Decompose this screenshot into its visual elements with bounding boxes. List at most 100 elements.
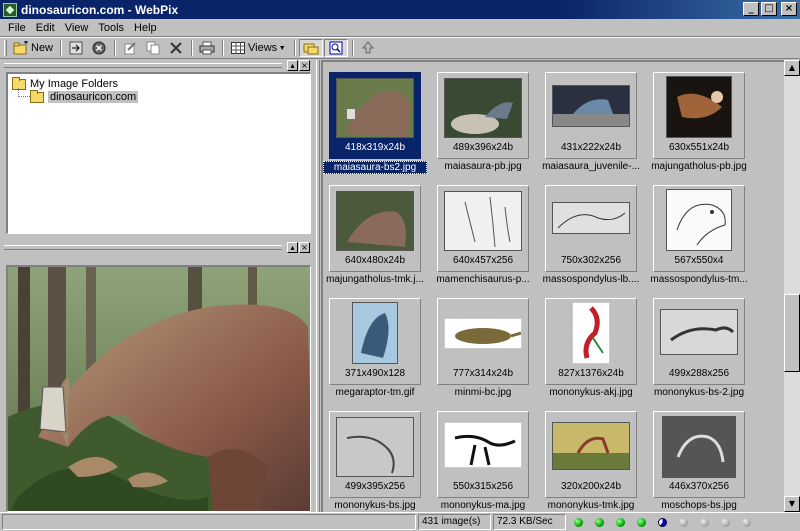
thumbnail-grid: 418x319x24b maiasaura-bs2.jpg 489x396x24… [321, 60, 800, 512]
thumbnail-image [662, 416, 736, 478]
progress-pie-icon [658, 517, 667, 527]
thumbnail-image [444, 422, 522, 468]
go-button[interactable] [65, 39, 87, 57]
maiasaura-preview-image [8, 267, 310, 511]
toolbar-separator [191, 40, 194, 56]
connection-led [616, 517, 625, 527]
thumbnail-item[interactable]: 777x314x24b minmi-bc.jpg [437, 298, 529, 400]
new-button[interactable]: New [10, 39, 56, 57]
connection-indicators [568, 517, 757, 527]
menu-view[interactable]: View [61, 22, 95, 34]
thumbnail-item[interactable]: 499x395x256 mononykus-bs.jpg [329, 411, 421, 512]
thumbnail-item[interactable]: 489x396x24b maiasaura-pb.jpg [437, 72, 529, 174]
pane-splitter[interactable] [316, 60, 320, 512]
new-folder-icon [13, 41, 29, 55]
thumbnail-dimensions: 499x395x256 [344, 481, 406, 492]
thumbnail-filename: massospondylus-tm... [650, 274, 748, 285]
views-label: Views [248, 42, 278, 54]
upload-button[interactable] [357, 39, 379, 57]
thumbnail-item[interactable]: 640x457x256 mamenchisaurus-p... [436, 185, 530, 287]
thumbnail-image [444, 318, 522, 349]
toolbar-separator [294, 40, 297, 56]
menu-edit[interactable]: Edit [32, 22, 61, 34]
copy-icon [145, 41, 161, 55]
toolbar-grip[interactable] [4, 40, 7, 56]
thumbnail-item[interactable]: 630x551x24b majungatholus-pb.jpg [651, 72, 747, 174]
preview-pane-header: ▴ × [4, 242, 311, 254]
thumbnail-filename: maiasaura-pb.jpg [444, 161, 522, 172]
close-button[interactable]: × [781, 2, 797, 16]
views-button[interactable]: Views ▼ [227, 39, 290, 57]
thumbnail-item[interactable]: 750x302x256 massospondylus-lb.... [543, 185, 639, 287]
thumbnail-image [552, 422, 630, 470]
thumbnail-dimensions: 320x200x24b [560, 481, 622, 492]
thumbnail-image [572, 302, 610, 364]
folders-toggle-button[interactable] [299, 39, 324, 57]
printer-icon [199, 41, 215, 55]
maximize-button[interactable]: □ [761, 2, 777, 16]
image-count: 431 image(s) [418, 514, 491, 530]
thumbnail-item[interactable]: 320x200x24b mononykus-tmk.jpg [545, 411, 637, 512]
thumbnail-item[interactable]: 827x1376x24b mononykus-akj.jpg [545, 298, 637, 400]
tree-item-dinosauricon[interactable]: dinosauricon.com [30, 89, 139, 103]
stop-button[interactable] [88, 39, 110, 57]
thumbnail-image [352, 302, 398, 364]
thumbnail-image [444, 191, 522, 251]
thumbnail-item[interactable]: 418x319x24b maiasaura-bs2.jpg [323, 72, 427, 174]
scroll-up-button[interactable]: ▲ [784, 60, 800, 76]
pane-maximize-button[interactable]: ▴ [287, 60, 298, 71]
image-preview[interactable] [6, 265, 311, 512]
pane-close-button[interactable]: × [299, 242, 310, 253]
thumbnail-item[interactable]: 371x490x128 megaraptor-tm.gif [329, 298, 421, 400]
preview-toggle-button[interactable] [324, 39, 349, 57]
thumbnail-image [660, 309, 738, 355]
thumbnail-item[interactable]: 431x222x24b maiasaura_juvenile-... [542, 72, 640, 174]
thumbnail-filename: minmi-bc.jpg [454, 387, 512, 398]
connection-led [679, 517, 688, 527]
vertical-scrollbar[interactable]: ▲ ▼ [784, 60, 800, 512]
pane-grip[interactable] [4, 245, 282, 250]
thumbnail-dimensions: 489x396x24b [452, 142, 514, 153]
app-icon[interactable] [3, 2, 17, 17]
delete-button[interactable] [165, 39, 187, 57]
upload-arrow-icon [360, 41, 376, 55]
stop-icon [91, 41, 107, 55]
pane-maximize-button[interactable]: ▴ [287, 242, 298, 253]
menu-file[interactable]: File [4, 22, 32, 34]
thumbnail-dimensions: 827x1376x24b [558, 368, 624, 379]
edit-button[interactable] [119, 39, 141, 57]
toolbar-separator [352, 40, 355, 56]
toolbar-separator [114, 40, 117, 56]
pane-close-button[interactable]: × [299, 60, 310, 71]
thumbnail-filename: mononykus-tmk.jpg [547, 500, 635, 511]
thumbnail-filename: mononykus-akj.jpg [549, 387, 633, 398]
delete-x-icon [168, 41, 184, 55]
status-bar: 431 image(s) 72.3 KB/Sec [0, 512, 800, 531]
thumbnail-filename: moschops-bs.jpg [661, 500, 737, 511]
web-folder-icon [30, 89, 44, 103]
thumbnail-item[interactable]: 499x288x256 mononykus-bs-2.jpg [653, 298, 745, 400]
window-title: dinosauricon.com - WebPix [21, 2, 179, 17]
status-message [2, 514, 416, 530]
scroll-down-button[interactable]: ▼ [784, 496, 800, 512]
chevron-down-icon: ▼ [278, 44, 286, 52]
thumbnail-item[interactable]: 640x480x24b majungatholus-tmk.j... [326, 185, 424, 287]
thumbnail-dimensions: 431x222x24b [560, 142, 622, 153]
thumbnail-item[interactable]: 567x550x4 massospondylus-tm... [650, 185, 748, 287]
thumbnail-filename: majungatholus-pb.jpg [651, 161, 747, 172]
toolbar: New Views ▼ [0, 37, 800, 59]
thumbnail-filename: maiasaura_juvenile-... [542, 161, 640, 172]
pane-grip[interactable] [4, 63, 282, 68]
thumbnail-item[interactable]: 446x370x256 moschops-bs.jpg [653, 411, 745, 512]
thumbnail-item[interactable]: 550x315x256 mononykus-ma.jpg [437, 411, 529, 512]
connection-led [574, 517, 583, 527]
menu-help[interactable]: Help [130, 22, 163, 34]
thumbnail-filename: maiasaura-bs2.jpg [323, 161, 427, 174]
print-button[interactable] [196, 39, 218, 57]
minimize-button[interactable]: _ [743, 2, 759, 16]
menu-tools[interactable]: Tools [94, 22, 130, 34]
scroll-thumb[interactable] [784, 294, 800, 372]
connection-led [742, 517, 751, 527]
thumbnail-image [552, 202, 630, 234]
copy-button[interactable] [142, 39, 164, 57]
